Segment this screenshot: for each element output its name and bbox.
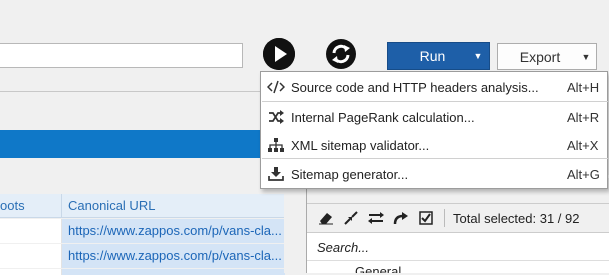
- tab-header-bar: [0, 130, 262, 158]
- menu-item-label: Source code and HTTP headers analysis...: [291, 79, 539, 95]
- menu-item-shortcut: Alt+R: [567, 109, 600, 125]
- swap-icon[interactable]: [365, 208, 387, 228]
- menu-item-pagerank[interactable]: Internal PageRank calculation... Alt+R: [261, 103, 607, 131]
- refresh-icon: [326, 39, 356, 69]
- menu-item-shortcut: Alt+X: [567, 137, 599, 153]
- menu-separator: [262, 101, 608, 102]
- chevron-down-icon: ▼: [581, 51, 591, 62]
- start-crawl-button[interactable]: [263, 38, 295, 70]
- menu-separator: [262, 158, 608, 159]
- menu-item-label: Internal PageRank calculation...: [291, 109, 475, 125]
- canonical-url-cell: [62, 269, 285, 275]
- canonical-url-cell[interactable]: https://www.zappos.com/p/vans-cla...: [62, 219, 285, 243]
- table-cell: [0, 244, 62, 268]
- column-header-canonical-url[interactable]: Canonical URL: [62, 194, 285, 218]
- chevron-down-icon[interactable]: ▼: [467, 51, 489, 61]
- table-row[interactable]: [0, 269, 285, 275]
- menu-item-shortcut: Alt+G: [567, 166, 600, 182]
- eraser-icon[interactable]: [315, 208, 337, 228]
- sitemap-icon: [261, 138, 291, 152]
- tree-item[interactable]: General: [307, 262, 609, 273]
- search-input[interactable]: Search...: [307, 234, 609, 261]
- total-selected-count: Total selected: 31 / 92: [453, 210, 580, 226]
- download-icon: [261, 167, 291, 181]
- column-header[interactable]: oots: [0, 194, 62, 218]
- checkbox-icon[interactable]: [415, 208, 437, 228]
- toolbar-separator: [444, 209, 445, 227]
- menu-item-label: Sitemap generator...: [291, 166, 409, 182]
- menu-item-sitemap-generator[interactable]: Sitemap generator... Alt+G: [261, 160, 607, 188]
- menu-item-source-code-analysis[interactable]: Source code and HTTP headers analysis...…: [261, 73, 607, 101]
- export-button-label: Export: [519, 48, 561, 65]
- menu-item-xml-sitemap-validator[interactable]: XML sitemap validator... Alt+X: [261, 131, 607, 159]
- grid-scrollbar[interactable]: [284, 194, 292, 273]
- grid-header: oots Canonical URL: [0, 194, 285, 218]
- table-cell: [0, 269, 62, 275]
- divider: [0, 91, 263, 92]
- export-button[interactable]: Export ▼: [497, 43, 597, 70]
- redo-icon[interactable]: [390, 208, 412, 228]
- table-cell: [0, 219, 62, 243]
- run-button[interactable]: Run ▼: [387, 42, 490, 70]
- url-input[interactable]: [0, 43, 243, 68]
- run-dropdown-menu: Source code and HTTP headers analysis...…: [260, 71, 608, 189]
- table-row[interactable]: https://www.zappos.com/p/vans-cla...: [0, 244, 285, 268]
- shuffle-icon: [261, 110, 291, 124]
- collapse-icon[interactable]: [340, 208, 362, 228]
- menu-item-label: XML sitemap validator...: [291, 137, 430, 153]
- canonical-url-cell[interactable]: https://www.zappos.com/p/vans-cla...: [62, 244, 285, 268]
- code-icon: [261, 80, 291, 94]
- play-icon: [263, 38, 295, 70]
- run-button-label: Run: [419, 48, 446, 64]
- menu-item-shortcut: Alt+H: [567, 79, 600, 95]
- table-row[interactable]: https://www.zappos.com/p/vans-cla...: [0, 219, 285, 243]
- restart-crawl-button[interactable]: [325, 38, 357, 70]
